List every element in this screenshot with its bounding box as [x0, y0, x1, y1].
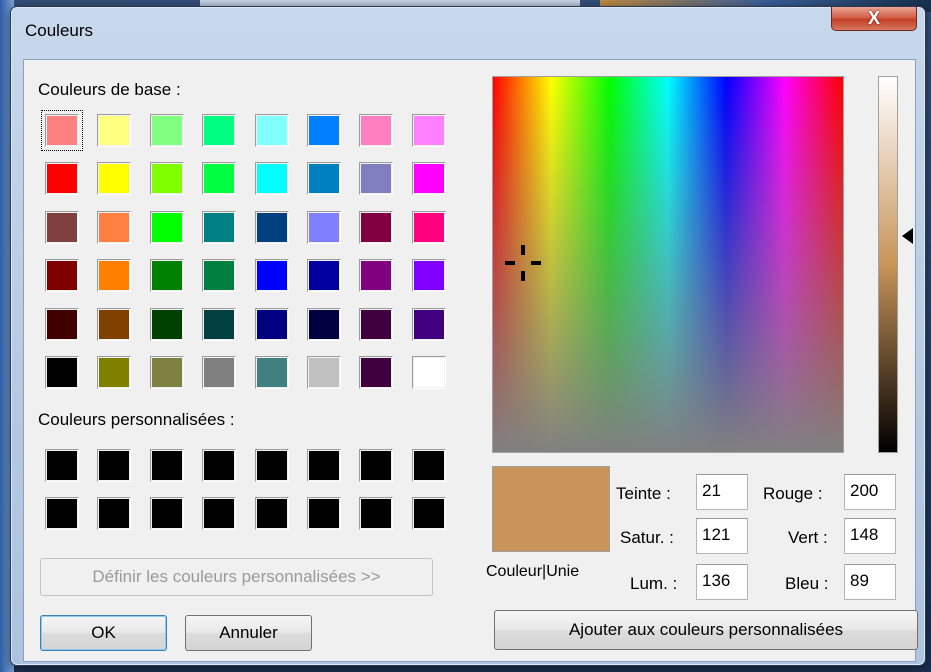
basic-color-swatch[interactable] — [45, 162, 79, 196]
basic-color-swatch[interactable] — [254, 162, 289, 196]
basic-color-swatch[interactable] — [45, 210, 79, 244]
basic-color-swatch[interactable] — [97, 162, 132, 196]
basic-color-swatch[interactable] — [307, 259, 341, 293]
basic-color-swatch[interactable] — [359, 259, 394, 293]
basic-color-swatch[interactable] — [359, 210, 394, 244]
dialog-title: Couleurs — [25, 21, 94, 40]
custom-color-swatch[interactable] — [97, 497, 132, 531]
basic-color-swatch[interactable] — [307, 356, 341, 389]
saturation-input[interactable]: 121 — [696, 518, 748, 554]
title-bar[interactable]: Couleurs X — [11, 7, 925, 47]
basic-color-swatch[interactable] — [254, 210, 289, 244]
red-input[interactable]: 200 — [844, 474, 896, 510]
custom-color-swatch[interactable] — [45, 449, 79, 482]
saturation-label: Satur. : — [620, 528, 674, 547]
basic-color-swatch[interactable] — [359, 356, 394, 389]
custom-color-swatch[interactable] — [202, 449, 237, 482]
preview-label: Couleur|Unie — [486, 563, 580, 580]
blue-label: Bleu : — [785, 574, 829, 593]
color-spectrum[interactable] — [492, 76, 844, 453]
basic-color-swatch[interactable] — [411, 259, 446, 293]
dialog-client-area: Couleurs de base : Couleurs personnalisé… — [23, 59, 918, 662]
basic-color-swatch[interactable] — [97, 114, 132, 147]
basic-color-swatch[interactable] — [411, 356, 446, 389]
basic-color-swatch[interactable] — [202, 259, 237, 293]
basic-colors-label: Couleurs de base : — [38, 80, 181, 99]
basic-color-swatch[interactable] — [359, 307, 394, 341]
basic-color-swatch[interactable] — [149, 356, 184, 389]
close-button[interactable]: X — [831, 7, 917, 31]
basic-color-swatch[interactable] — [202, 114, 237, 147]
basic-color-swatch[interactable] — [149, 259, 184, 293]
cancel-button[interactable]: Annuler — [185, 615, 312, 651]
custom-color-swatch[interactable] — [307, 497, 341, 531]
basic-color-swatch[interactable] — [149, 307, 184, 341]
custom-color-swatch[interactable] — [254, 497, 289, 531]
basic-color-swatch[interactable] — [202, 162, 237, 196]
green-label: Vert : — [788, 528, 828, 547]
color-dialog: Couleurs X Couleurs de base : Couleurs p… — [10, 6, 926, 666]
custom-color-swatch[interactable] — [411, 497, 446, 531]
red-label: Rouge : — [763, 484, 823, 503]
custom-colors-label: Couleurs personnalisées : — [38, 410, 235, 429]
custom-color-swatch[interactable] — [45, 497, 79, 531]
basic-color-swatch[interactable] — [149, 162, 184, 196]
basic-color-swatch[interactable] — [359, 162, 394, 196]
basic-color-swatch[interactable] — [97, 210, 132, 244]
ok-button[interactable]: OK — [40, 615, 167, 651]
custom-color-swatch[interactable] — [307, 449, 341, 482]
basic-color-swatch[interactable] — [202, 210, 237, 244]
basic-color-swatch[interactable] — [45, 356, 79, 389]
basic-color-swatch[interactable] — [149, 210, 184, 244]
basic-color-swatch[interactable] — [411, 307, 446, 341]
luminosity-arrow-icon[interactable] — [902, 228, 913, 244]
basic-color-swatch[interactable] — [45, 259, 79, 293]
blue-input[interactable]: 89 — [844, 564, 896, 600]
basic-color-swatch[interactable] — [411, 162, 446, 196]
basic-color-swatch[interactable] — [254, 114, 289, 147]
basic-color-swatch[interactable] — [41, 110, 83, 151]
luminosity-input[interactable]: 136 — [696, 564, 748, 600]
basic-color-swatch[interactable] — [254, 356, 289, 389]
basic-color-swatch[interactable] — [307, 307, 341, 341]
add-custom-colors-button[interactable]: Ajouter aux couleurs personnalisées — [494, 610, 918, 650]
custom-color-swatch[interactable] — [359, 497, 394, 531]
basic-color-swatch[interactable] — [359, 114, 394, 147]
luminosity-slider[interactable] — [878, 76, 898, 453]
basic-color-swatch[interactable] — [45, 307, 79, 341]
basic-color-swatch[interactable] — [411, 114, 446, 147]
basic-color-swatch[interactable] — [307, 114, 341, 147]
custom-color-swatch[interactable] — [149, 497, 184, 531]
custom-color-swatch[interactable] — [202, 497, 237, 531]
custom-color-swatch[interactable] — [254, 449, 289, 482]
basic-color-swatch[interactable] — [411, 210, 446, 244]
green-input[interactable]: 148 — [844, 518, 896, 554]
basic-color-swatch[interactable] — [202, 307, 237, 341]
color-preview — [492, 466, 610, 552]
basic-color-swatch[interactable] — [97, 259, 132, 293]
custom-color-swatch[interactable] — [359, 449, 394, 482]
close-icon: X — [867, 8, 880, 28]
luminosity-label: Lum. : — [630, 574, 678, 593]
basic-color-swatch[interactable] — [254, 307, 289, 341]
crosshair-icon — [505, 245, 541, 281]
basic-color-swatch[interactable] — [97, 307, 132, 341]
custom-color-swatch[interactable] — [97, 449, 132, 482]
custom-color-swatch[interactable] — [411, 449, 446, 482]
basic-color-swatch[interactable] — [97, 356, 132, 389]
custom-color-swatch[interactable] — [149, 449, 184, 482]
basic-color-swatch[interactable] — [307, 210, 341, 244]
basic-color-swatch[interactable] — [254, 259, 289, 293]
basic-color-swatch[interactable] — [202, 356, 237, 389]
hue-input[interactable]: 21 — [696, 474, 748, 510]
define-custom-colors-button[interactable]: Définir les couleurs personnalisées >> — [40, 558, 433, 596]
basic-color-swatch[interactable] — [307, 162, 341, 196]
basic-color-swatch[interactable] — [149, 114, 184, 147]
hue-label: Teinte : — [616, 484, 671, 503]
